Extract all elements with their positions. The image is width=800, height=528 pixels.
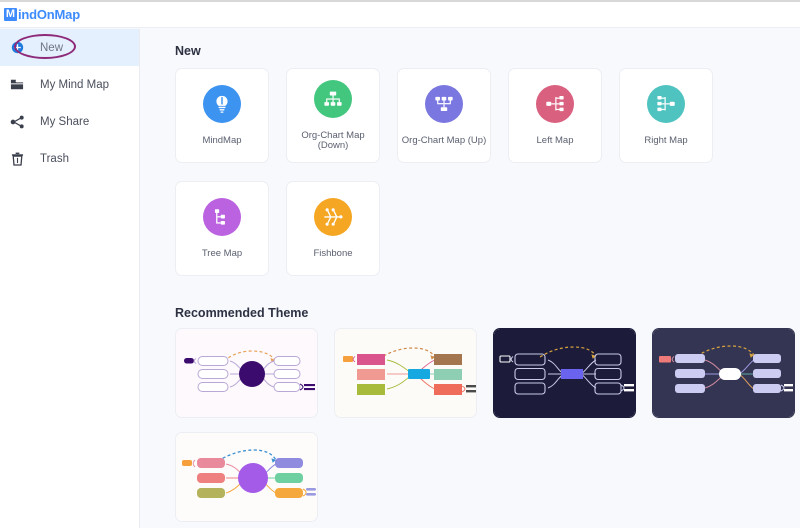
new-card-tree-map-label: Tree Map — [201, 247, 243, 259]
theme-thumbnail-dark-navy — [494, 329, 635, 417]
theme-card-colorful-rect[interactable] — [334, 328, 477, 418]
new-card-mindmap[interactable]: MindMap — [175, 68, 269, 163]
logo-badge-icon: M — [4, 8, 17, 21]
plus-circle-icon — [8, 39, 26, 57]
new-card-right-map-label: Right Map — [644, 134, 688, 146]
theme-thumbnail-light-purple — [176, 329, 317, 417]
trash-icon — [8, 150, 26, 168]
theme-thumbnail-dark-slate — [653, 329, 794, 417]
theme-card-purple-circle[interactable] — [175, 432, 318, 522]
main-content: New MindMap Org-Chart Map (Down) Org-Cha… — [140, 29, 800, 528]
sidebar-item-trash[interactable]: Trash — [0, 140, 139, 177]
logo-text: indOnMap — [18, 7, 80, 22]
sidebar-item-my-mind-map[interactable]: My Mind Map — [0, 66, 139, 103]
sidebar-item-my-share[interactable]: My Share — [0, 103, 139, 140]
new-card-grid: MindMap Org-Chart Map (Down) Org-Chart M… — [175, 68, 785, 276]
new-card-tree-map[interactable]: Tree Map — [175, 181, 269, 276]
left-map-icon — [536, 84, 574, 123]
new-card-fishbone[interactable]: Fishbone — [286, 181, 380, 276]
right-map-icon — [647, 84, 685, 123]
theme-section-title: Recommended Theme — [175, 306, 309, 320]
lightbulb-icon — [203, 84, 241, 123]
new-card-right-map[interactable]: Right Map — [619, 68, 713, 163]
org-chart-up-icon — [425, 84, 463, 123]
new-card-fishbone-label: Fishbone — [313, 247, 353, 259]
new-card-left-map[interactable]: Left Map — [508, 68, 602, 163]
app-root: M indOnMap New My Mind Map My Share Tras… — [0, 0, 800, 528]
theme-card-dark-navy[interactable] — [493, 328, 636, 418]
folder-icon — [8, 76, 26, 94]
sidebar-item-my-mind-map-label: My Mind Map — [40, 78, 110, 91]
theme-thumbnail-colorful-rect — [335, 329, 476, 417]
theme-grid — [175, 328, 795, 522]
sidebar-item-trash-label: Trash — [40, 152, 69, 165]
sidebar: New My Mind Map My Share Trash — [0, 29, 140, 528]
tree-map-icon — [203, 197, 241, 236]
new-card-mindmap-label: MindMap — [202, 134, 242, 146]
app-logo[interactable]: M indOnMap — [4, 7, 80, 22]
share-icon — [8, 113, 26, 131]
new-card-org-chart-up[interactable]: Org-Chart Map (Up) — [397, 68, 491, 163]
app-header: M indOnMap — [0, 2, 800, 28]
new-card-org-chart-down[interactable]: Org-Chart Map (Down) — [286, 68, 380, 163]
org-chart-down-icon — [314, 79, 352, 118]
sidebar-item-my-share-label: My Share — [40, 115, 90, 128]
theme-thumbnail-purple-circle — [176, 433, 317, 521]
new-card-org-chart-up-label: Org-Chart Map (Up) — [401, 134, 487, 146]
sidebar-item-new-label: New — [40, 41, 64, 54]
theme-card-light-purple[interactable] — [175, 328, 318, 418]
sidebar-item-new[interactable]: New — [0, 29, 139, 66]
new-card-left-map-label: Left Map — [536, 134, 574, 146]
new-section-title: New — [175, 44, 201, 58]
new-card-org-chart-down-label: Org-Chart Map (Down) — [301, 129, 365, 151]
theme-card-dark-slate[interactable] — [652, 328, 795, 418]
fishbone-icon — [314, 197, 352, 236]
